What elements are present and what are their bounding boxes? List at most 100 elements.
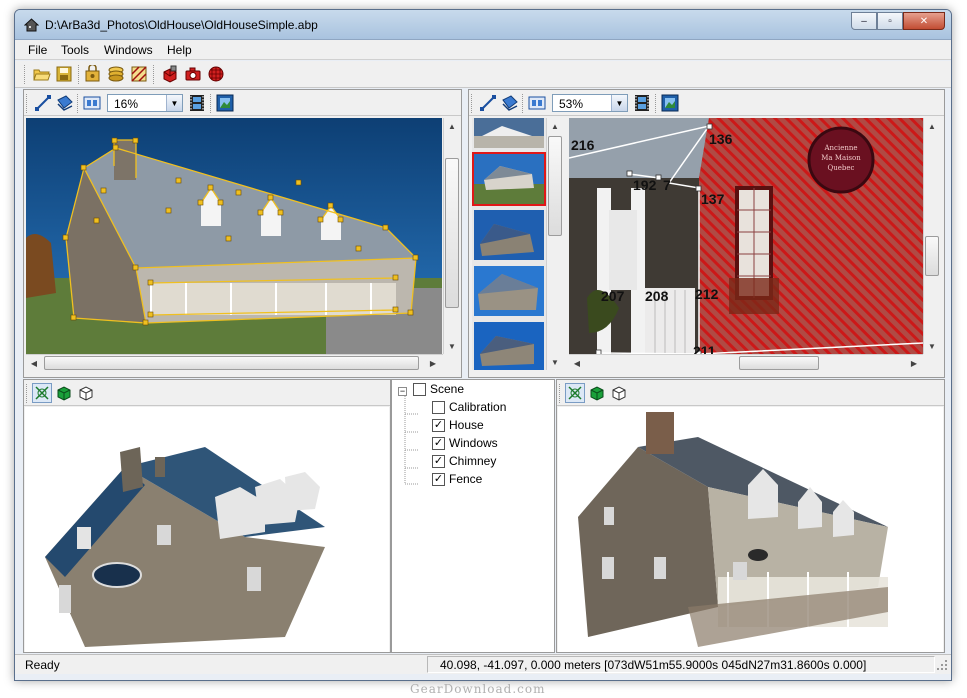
scroll-up-arrow-icon[interactable]: ▲ xyxy=(547,118,563,134)
textured-model-left xyxy=(45,447,325,647)
tree-node-scene[interactable]: Scene xyxy=(413,380,464,398)
toolbar-grip[interactable] xyxy=(471,94,474,113)
point-label: 7 xyxy=(663,177,671,193)
line-tool-icon[interactable] xyxy=(33,93,53,113)
house-checkbox[interactable]: ✓ xyxy=(432,418,445,432)
scroll-left-arrow-icon[interactable]: ◀ xyxy=(569,355,585,371)
minimize-button[interactable]: – xyxy=(851,12,877,30)
app-window: D:\ArBa3d_Photos\OldHouse\OldHouseSimple… xyxy=(14,9,952,681)
solid-cube-icon[interactable] xyxy=(587,383,607,403)
menu-help[interactable]: Help xyxy=(167,43,192,57)
tree-node-label: Scene xyxy=(430,382,465,396)
cube-red-icon[interactable] xyxy=(160,64,180,84)
toolbar-separator xyxy=(522,94,525,113)
layers-icon[interactable] xyxy=(106,64,126,84)
left-photo-hscroll[interactable]: ◀ ▶ xyxy=(26,354,443,371)
left-3d-view-pane xyxy=(23,379,391,653)
right-photo-hscroll[interactable]: ◀ ▶ xyxy=(569,354,923,371)
line-tool-icon[interactable] xyxy=(478,93,498,113)
tree-collapse-toggle[interactable]: − xyxy=(398,387,407,396)
scrollbar-thumb[interactable] xyxy=(44,356,419,370)
right-photo-vscroll[interactable]: ▲ ▼ xyxy=(923,118,940,354)
tree-node-house[interactable]: ✓ House xyxy=(432,416,484,434)
thumbnail-images xyxy=(472,118,546,370)
chimney-checkbox[interactable]: ✓ xyxy=(432,454,445,468)
wireframe-mode-icon[interactable] xyxy=(32,383,52,403)
right-photo-view[interactable]: Ancienne Ma Maison Quebec 216 136 192 7 13… xyxy=(569,118,923,354)
scroll-right-arrow-icon[interactable]: ▶ xyxy=(425,355,441,371)
film-strip-icon[interactable] xyxy=(187,93,207,113)
windows-checkbox[interactable]: ✓ xyxy=(432,436,445,450)
photo-frame-icon[interactable] xyxy=(215,93,235,113)
fit-view-icon[interactable] xyxy=(527,93,547,113)
menu-windows[interactable]: Windows xyxy=(104,43,153,57)
tree-node-label: House xyxy=(449,418,484,432)
scene-tree: − Scene Calibration ✓ House ✓ Windows ✓ … xyxy=(392,380,554,652)
scroll-right-arrow-icon[interactable]: ▶ xyxy=(906,355,922,371)
tree-node-label: Windows xyxy=(449,436,498,450)
tree-node-label: Calibration xyxy=(449,400,507,414)
open-folder-icon[interactable] xyxy=(32,64,52,84)
save-icon[interactable] xyxy=(54,64,74,84)
resize-grip-icon[interactable] xyxy=(936,659,948,671)
tree-node-chimney[interactable]: ✓ Chimney xyxy=(432,452,496,470)
scroll-left-arrow-icon[interactable]: ◀ xyxy=(26,355,42,371)
thumbnail-vscroll[interactable]: ▲ ▼ xyxy=(546,118,563,370)
left-photo-view[interactable] xyxy=(26,118,442,354)
left-photo-vscroll[interactable]: ▲ ▼ xyxy=(443,118,460,354)
point-label: 211 xyxy=(693,343,716,354)
camera-icon[interactable] xyxy=(183,64,203,84)
main-toolbar xyxy=(15,61,951,88)
scroll-up-arrow-icon[interactable]: ▲ xyxy=(444,118,460,134)
status-text: Ready xyxy=(25,658,60,672)
scroll-down-arrow-icon[interactable]: ▼ xyxy=(547,354,563,370)
scrollbar-thumb[interactable] xyxy=(548,136,562,236)
svg-text:Ma Maison: Ma Maison xyxy=(821,154,861,162)
fence-checkbox[interactable]: ✓ xyxy=(432,472,445,486)
maximize-button[interactable]: ▫ xyxy=(877,12,903,30)
scroll-down-arrow-icon[interactable]: ▼ xyxy=(924,338,940,354)
right-zoom-select[interactable]: 53% ▼ xyxy=(552,94,628,112)
toolbar-grip[interactable] xyxy=(559,384,562,403)
toolbar-grip[interactable] xyxy=(26,94,29,113)
menu-tools[interactable]: Tools xyxy=(61,43,89,57)
tree-node-fence[interactable]: ✓ Fence xyxy=(432,470,482,488)
toolbar-grip[interactable] xyxy=(26,384,29,403)
chevron-down-icon[interactable]: ▼ xyxy=(611,95,627,111)
scene-checkbox[interactable] xyxy=(413,382,426,396)
point-label: 208 xyxy=(645,288,669,304)
photo-frame-icon[interactable] xyxy=(660,93,680,113)
scroll-down-arrow-icon[interactable]: ▼ xyxy=(444,338,460,354)
camera-lock-icon[interactable] xyxy=(83,64,103,84)
right-zoom-value: 53% xyxy=(559,97,584,111)
scrollbar-thumb[interactable] xyxy=(925,236,939,276)
texture-icon[interactable] xyxy=(129,64,149,84)
scroll-up-arrow-icon[interactable]: ▲ xyxy=(924,118,940,134)
scrollbar-thumb[interactable] xyxy=(739,356,819,370)
point-label: 212 xyxy=(695,286,719,302)
title-bar[interactable]: D:\ArBa3d_Photos\OldHouse\OldHouseSimple… xyxy=(15,10,951,40)
left-zoom-select[interactable]: 16% ▼ xyxy=(107,94,183,112)
outline-cube-icon[interactable] xyxy=(609,383,629,403)
toolbar-separator xyxy=(153,65,156,84)
wireframe-mode-icon[interactable] xyxy=(565,383,585,403)
scrollbar-thumb[interactable] xyxy=(445,158,459,308)
film-strip-icon[interactable] xyxy=(632,93,652,113)
sphere-grid-icon[interactable] xyxy=(206,64,226,84)
chevron-down-icon[interactable]: ▼ xyxy=(166,95,182,111)
close-button[interactable]: ✕ xyxy=(903,12,945,30)
tree-node-calibration[interactable]: Calibration xyxy=(432,398,506,416)
menu-file[interactable]: File xyxy=(28,43,47,57)
tree-node-windows[interactable]: ✓ Windows xyxy=(432,434,498,452)
fit-view-icon[interactable] xyxy=(82,93,102,113)
toolbar-grip[interactable] xyxy=(24,65,27,84)
surface-tool-icon[interactable] xyxy=(55,93,75,113)
solid-cube-icon[interactable] xyxy=(54,383,74,403)
thumbnail-5 xyxy=(474,322,544,370)
outline-cube-icon[interactable] xyxy=(76,383,96,403)
right-3d-viewport[interactable] xyxy=(558,407,943,652)
left-3d-viewport[interactable] xyxy=(25,407,389,652)
left-photo-pane: 16% ▼ ▲ ▼ ◀ ▶ xyxy=(23,89,462,378)
calibration-checkbox[interactable] xyxy=(432,400,445,414)
surface-tool-icon[interactable] xyxy=(500,93,520,113)
